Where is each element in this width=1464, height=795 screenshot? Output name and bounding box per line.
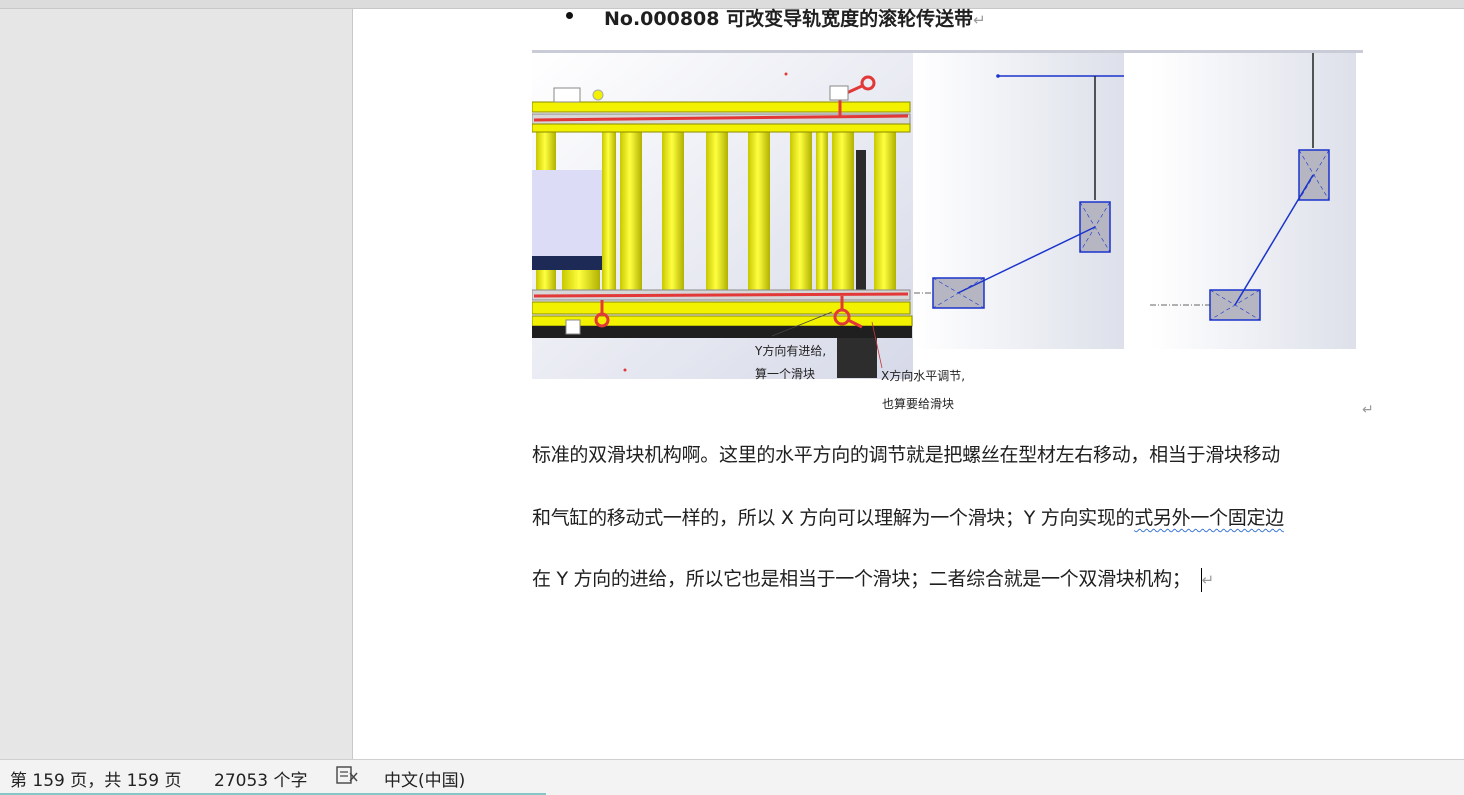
paragraph-mark: ↵ [1201, 571, 1215, 589]
proofing-icon[interactable] [336, 765, 358, 790]
status-bar: 第 159 页，共 159 页 27053 个字 中文(中国) [0, 759, 1464, 795]
label-x-block: 也算要给滑块 [882, 396, 954, 411]
body-line-3a: 在 Y 方向的进给，所以它也是相当于一个滑块；二者综合就是一个双滑块机构； [532, 568, 1191, 590]
side-panel [532, 170, 602, 268]
body-line-2[interactable]: 和气缸的移动式一样的，所以 X 方向可以理解为一个滑块；Y 方向实现的式另外一个… [532, 503, 1284, 530]
heading-title: 可改变导轨宽度的滚轮传送带 [726, 8, 974, 30]
label-x-line2: 也算要给滑块 [882, 396, 954, 411]
spelling-flag[interactable]: 式另外一个固定边 [1134, 507, 1284, 529]
figure-border [532, 50, 1363, 53]
paragraph-mark: ↵ [973, 11, 986, 29]
conveyor-figure[interactable]: Y方向有进给, 算一个滑块 X方向水平调节, [532, 50, 1363, 382]
body-line-2a: 和气缸的移动式一样的，所以 X 方向可以理解为一个滑块；Y 方向实现的 [532, 507, 1135, 529]
language-indicator[interactable]: 中文(中国) [384, 766, 465, 791]
label-y-line2: 算一个滑块 [755, 366, 815, 381]
navigation-pane [0, 9, 353, 759]
page-count[interactable]: 第 159 页，共 159 页 [10, 766, 182, 791]
word-count[interactable]: 27053 个字 [214, 766, 307, 791]
label-y-line1: Y方向有进给, [754, 343, 826, 358]
section-heading[interactable]: No.000808 可改变导轨宽度的滚轮传送带↵ [568, 4, 986, 31]
top-rail [532, 101, 911, 133]
body-line-3[interactable]: 在 Y 方向的进给，所以它也是相当于一个滑块；二者综合就是一个双滑块机构； ↵ [532, 564, 1214, 592]
heading-number: No.000808 [604, 8, 720, 30]
body-line-1[interactable]: 标准的双滑块机构啊。这里的水平方向的调节就是把螺丝在型材左右移动，相当于滑块移动 [532, 440, 1280, 467]
figure-paragraph-mark: ↵ [1362, 402, 1374, 418]
